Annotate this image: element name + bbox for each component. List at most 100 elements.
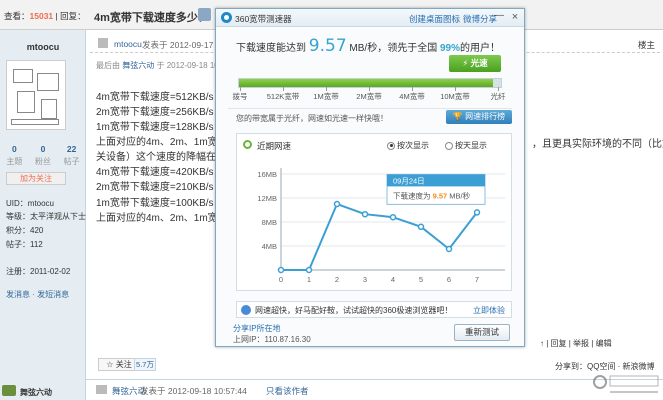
author-register-date: 注册：2011-02-02: [6, 267, 71, 276]
views-count: 15031: [29, 11, 54, 21]
stat-topics[interactable]: 0 主题: [6, 144, 22, 167]
speed-ranking-button[interactable]: 🏆 网速排行榜: [446, 110, 512, 124]
post-line: 4m宽带下载速度=420KB/s: [96, 167, 214, 178]
close-button[interactable]: ×: [509, 11, 521, 23]
speedtest-window: 360宽带测速器 创建桌面图标 | 微博分享 — × 下载速度能达到 9.57 …: [215, 8, 525, 347]
speed-bar-tick-label: 4M宽带: [399, 92, 425, 101]
percent-value: 99%: [439, 43, 460, 54]
ip-address: 上网IP：110.87.16.30: [233, 335, 311, 344]
author-rank: 等级：太平洋观从下士: [6, 212, 86, 221]
weibo-share-link[interactable]: 微博分享: [463, 13, 497, 25]
speed-data-point: [305, 266, 313, 274]
post-line-continued: ，且更具实际环境的不同（比如干扰: [532, 139, 663, 150]
speedtest-titlebar[interactable]: 360宽带测速器 创建桌面图标 | 微博分享 — ×: [216, 9, 524, 27]
follow-button[interactable]: 加为关注: [6, 172, 66, 185]
speed-bar: [238, 78, 502, 88]
stat-posts[interactable]: 22 帖子: [64, 144, 80, 167]
bandwidth-description: 您的带宽属于光纤，网速如光速一样快哦！: [236, 114, 388, 123]
chart-title: 近期网速: [257, 141, 292, 151]
speed-data-point: [277, 266, 285, 274]
post-author[interactable]: mtoocu: [114, 39, 142, 49]
section-divider: [228, 108, 512, 109]
post-line: 2m宽带下载速度=256KB/s: [96, 107, 214, 118]
post-line: 关设备）这个速度的降幅在是: [96, 152, 226, 163]
try-now-link[interactable]: 立即体验: [473, 305, 505, 316]
speed-data-point: [473, 209, 481, 216]
x-tick-label: 1: [307, 275, 311, 284]
speed-data-point: [417, 223, 425, 231]
browser-icon: [241, 305, 251, 315]
author-stats: 0 主题 0 粉丝 22 帖子: [0, 144, 86, 167]
lightspeed-badge: ⚡ 光速: [449, 55, 501, 72]
thread-title: 4m宽带下载速度多少？: [94, 12, 209, 24]
online-badge-icon: [2, 385, 16, 396]
tooltip-date: 09月24日: [393, 176, 425, 185]
post-date: 发表于 2012-09-17 1: [142, 40, 221, 50]
speed-bar-tick-label: 1M宽带: [313, 92, 339, 101]
show-by-day-radio[interactable]: 按天显示: [445, 140, 487, 151]
replies-label: 回复：: [60, 11, 86, 21]
y-tick-label: 12MB: [257, 194, 277, 203]
chart-icon: [243, 140, 252, 149]
tooltip-value: 9.57: [433, 191, 448, 200]
speed-bar-tick-label: 10M宽带: [440, 92, 470, 101]
y-tick-label: 16MB: [257, 170, 277, 179]
next-author-name[interactable]: 舞弦六动: [20, 387, 52, 398]
x-tick-label: 2: [335, 275, 339, 284]
y-tick-label: 4MB: [262, 242, 277, 251]
edit-note: 最后由 舞弦六动 于 2012-09-18 10:: [96, 61, 221, 70]
only-this-author-link[interactable]: 只看该作者: [266, 385, 309, 397]
speed-data-point: [389, 213, 397, 221]
speed-data-point: [361, 210, 369, 218]
speed-bar-tick-label: 光纤: [490, 92, 506, 101]
site-watermark: [593, 375, 659, 393]
author-uid: UID：mtoocu: [6, 199, 55, 208]
retest-button[interactable]: 重新测试: [454, 324, 510, 341]
author-points: 积分：420: [6, 226, 44, 235]
ad-text: 网速超快，好马配好鞍，试试超快的360极速浏览器吧！: [255, 306, 453, 315]
tooltip-text: 下载速度为 9.57 MB/秒: [393, 190, 471, 200]
speed-bar-fill: [239, 79, 494, 87]
favorite-count: 5.7万: [134, 358, 156, 371]
speed-data-point: [445, 245, 453, 253]
speed-bar-tick-label: 拨号: [232, 92, 248, 101]
speed-bar-tick-label: 2M宽带: [356, 92, 382, 101]
show-by-test-radio[interactable]: 按次显示: [387, 140, 429, 151]
minimize-button[interactable]: —: [493, 11, 505, 23]
post-line: 2m宽带下载速度=210KB/s: [96, 182, 214, 193]
post-floor: 楼主: [637, 40, 655, 50]
x-tick-label: 3: [363, 275, 367, 284]
link-separator: |: [457, 13, 460, 23]
edit-note-name[interactable]: 舞弦六动: [122, 61, 154, 70]
copy-link-icon[interactable]: [198, 8, 211, 21]
post-line: 上面对应的4m、2m、1m宽带: [96, 213, 228, 224]
speed-data-point: [333, 200, 341, 208]
x-tick-label: 4: [391, 275, 395, 284]
app-logo-icon: [221, 12, 232, 23]
share-ip-location-link[interactable]: 分享IP所在地: [233, 323, 281, 334]
radio-selected-icon: [387, 141, 395, 150]
browser-ad-bar: 网速超快，好马配好鞍，试试超快的360极速浏览器吧！ 立即体验: [236, 301, 512, 318]
stats-separator: |: [55, 11, 58, 21]
create-desktop-icon-link[interactable]: 创建桌面图标: [409, 13, 460, 25]
speed-result-line: 下载速度能达到 9.57 MB/秒，领先于全国 99%的用户！: [236, 36, 500, 56]
author-message-links[interactable]: 发消息 · 发短消息: [6, 289, 69, 300]
post-line: 上面对应的4m、2m、1m宽带: [96, 137, 228, 148]
speed-bar-tick-label: 512K宽带: [266, 92, 300, 101]
post-separator: [86, 379, 663, 380]
avatar[interactable]: [6, 60, 66, 130]
x-tick-label: 5: [419, 275, 423, 284]
stat-fans[interactable]: 0 粉丝: [35, 144, 51, 167]
tooltip-unit: MB/秒: [447, 190, 470, 200]
post-line: 1m宽带下载速度=100KB/s: [96, 198, 214, 209]
author-name[interactable]: mtoocu: [0, 42, 86, 52]
post-actions[interactable]: ↑ | 回复 | 举报 | 编辑: [540, 338, 612, 349]
share-row[interactable]: 分享到：QQ空间 · 新浪微博: [555, 361, 655, 372]
speed-line-chart: 4MB 8MB 12MB 16MB 0 1 2 3 4 5 6 7 09月24日下载速度为 9.57 M…: [257, 168, 505, 284]
post-line: 4m宽带下载速度=512KB/s: [96, 92, 214, 103]
recent-speed-panel: 近期网速 按次显示 按天显示 4MB 8MB 12MB 16MB 0 1 2 3 4 5 6 7 09月…: [236, 133, 512, 291]
speed-value: 9.57: [308, 36, 347, 56]
views-label: 查看：: [4, 11, 30, 21]
online-status-icon: [96, 385, 107, 394]
y-tick-label: 8MB: [262, 218, 277, 227]
